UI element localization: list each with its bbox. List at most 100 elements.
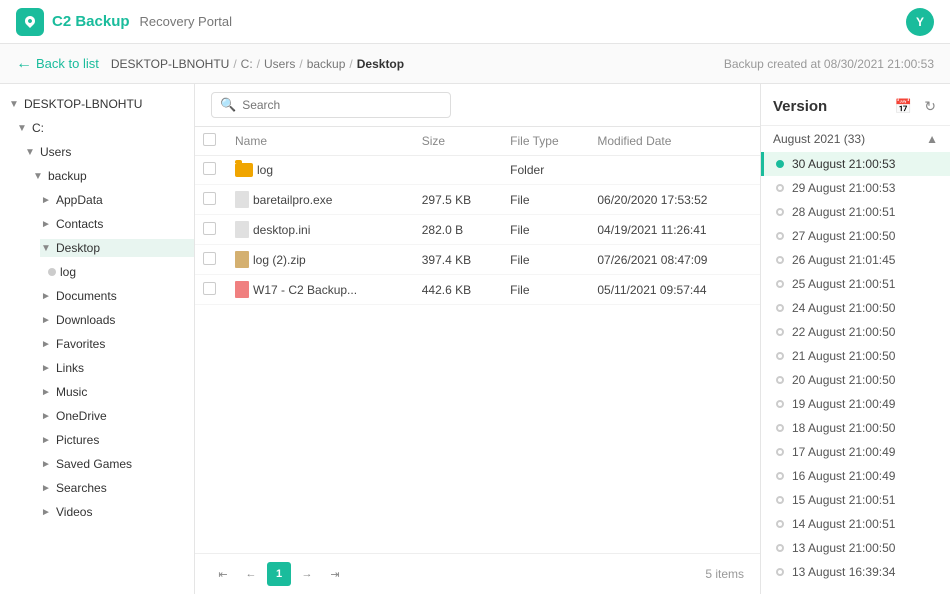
sidebar-item-onedrive[interactable]: ► OneDrive (0, 404, 194, 428)
version-dot (776, 544, 784, 552)
version-label: 29 August 21:00:53 (792, 181, 895, 195)
select-all-checkbox[interactable] (203, 133, 216, 146)
next-page-button[interactable]: → (295, 562, 319, 586)
header-logo-group: C2 Backup Recovery Portal (16, 8, 232, 36)
sidebar-item-appdata[interactable]: ► AppData (0, 188, 194, 212)
table-row[interactable]: log (2).zip 397.4 KB File 07/26/2021 08:… (195, 245, 760, 275)
users-label: Users (40, 145, 71, 159)
version-item[interactable]: 25 August 21:00:51 (761, 272, 950, 296)
version-item[interactable]: 13 August 21:00:50 (761, 536, 950, 560)
sidebar-item-desktop[interactable]: ▼ Desktop (0, 236, 194, 260)
sidebar: ▼ DESKTOP-LBNOHTU ▼ C: ▼ Users ▼ backup (0, 84, 195, 594)
version-month-header: August 2021 (33) ▲ (761, 126, 950, 152)
first-page-button[interactable]: ⇤ (211, 562, 235, 586)
version-item[interactable]: 16 August 21:00:49 (761, 464, 950, 488)
version-item[interactable]: 24 August 21:00:50 (761, 296, 950, 320)
version-item[interactable]: 15 August 21:00:51 (761, 488, 950, 512)
sidebar-item-searches[interactable]: ► Searches (0, 476, 194, 500)
version-item[interactable]: 17 August 21:00:49 (761, 440, 950, 464)
version-label: 18 August 21:00:50 (792, 421, 895, 435)
row-size: 297.5 KB (414, 185, 502, 215)
version-calendar-button[interactable]: 📅 (893, 96, 914, 117)
version-item[interactable]: 27 August 21:00:50 (761, 224, 950, 248)
row-checkbox[interactable] (203, 252, 216, 265)
row-checkbox[interactable] (203, 282, 216, 295)
sidebar-item-log[interactable]: log (0, 260, 194, 284)
version-item[interactable]: 29 August 21:00:53 (761, 176, 950, 200)
sidebar-item-favorites[interactable]: ► Favorites (0, 332, 194, 356)
arrow-icon: ► (40, 362, 52, 374)
prev-page-button[interactable]: ← (239, 562, 263, 586)
expand-icon: ▼ (16, 122, 28, 134)
version-item[interactable]: 13 August 16:39:34 (761, 560, 950, 584)
last-page-button[interactable]: ⇥ (323, 562, 347, 586)
back-label: Back to list (36, 56, 99, 71)
version-item[interactable]: 30 August 21:00:53 (761, 152, 950, 176)
sidebar-item-desktop-root[interactable]: ▼ DESKTOP-LBNOHTU (0, 92, 194, 116)
sidebar-item-saved-games[interactable]: ► Saved Games (0, 452, 194, 476)
expand-icon: ▼ (24, 146, 36, 158)
version-item[interactable]: 21 August 21:00:50 (761, 344, 950, 368)
arrow-icon: ► (40, 458, 52, 470)
version-label: 22 August 21:00:50 (792, 325, 895, 339)
version-collapse-button[interactable]: ▲ (926, 132, 938, 146)
version-item[interactable]: 22 August 21:00:50 (761, 320, 950, 344)
version-label: 24 August 21:00:50 (792, 301, 895, 315)
version-dot (776, 328, 784, 336)
version-dot (776, 448, 784, 456)
sidebar-item-music[interactable]: ► Music (0, 380, 194, 404)
version-item[interactable]: 28 August 21:00:51 (761, 200, 950, 224)
sidebar-item-users[interactable]: ▼ Users (0, 140, 194, 164)
back-to-list-button[interactable]: ← Back to list (16, 55, 99, 73)
version-item[interactable]: 18 August 21:00:50 (761, 416, 950, 440)
sidebar-item-documents[interactable]: ► Documents (0, 284, 194, 308)
arrow-icon: ► (40, 290, 52, 302)
sidebar-item-videos[interactable]: ► Videos (0, 500, 194, 524)
table-row[interactable]: baretailpro.exe 297.5 KB File 06/20/2020… (195, 185, 760, 215)
row-checkbox[interactable] (203, 192, 216, 205)
sidebar-item-contacts[interactable]: ► Contacts (0, 212, 194, 236)
version-item[interactable]: 19 August 21:00:49 (761, 392, 950, 416)
table-row[interactable]: W17 - C2 Backup... 442.6 KB File 05/11/2… (195, 275, 760, 305)
sidebar-label-root[interactable]: ▼ DESKTOP-LBNOHTU (8, 95, 194, 113)
table-row[interactable]: log Folder (195, 156, 760, 185)
version-item[interactable]: 14 August 21:00:51 (761, 512, 950, 536)
sidebar-item-pictures[interactable]: ► Pictures (0, 428, 194, 452)
expand-icon: ▼ (40, 242, 52, 254)
version-label: 16 August 21:00:49 (792, 469, 895, 483)
pagination-controls: ⇤ ← 1 → ⇥ (211, 562, 347, 586)
version-label: 20 August 21:00:50 (792, 373, 895, 387)
sidebar-item-downloads[interactable]: ► Downloads (0, 308, 194, 332)
user-avatar[interactable]: Y (906, 8, 934, 36)
page-1-button[interactable]: 1 (267, 562, 291, 586)
search-input[interactable] (242, 98, 442, 112)
version-dot (776, 568, 784, 576)
version-dot (776, 280, 784, 288)
table-row[interactable]: desktop.ini 282.0 B File 04/19/2021 11:2… (195, 215, 760, 245)
version-refresh-button[interactable]: ↻ (922, 96, 938, 117)
row-checkbox-cell (195, 156, 227, 185)
col-checkbox (195, 127, 227, 156)
version-item[interactable]: 20 August 21:00:50 (761, 368, 950, 392)
search-input-wrap[interactable]: 🔍 (211, 92, 451, 118)
row-checkbox[interactable] (203, 162, 216, 175)
version-dot (776, 256, 784, 264)
pdf-icon (235, 281, 249, 298)
sidebar-item-backup[interactable]: ▼ backup (0, 164, 194, 188)
sidebar-item-links[interactable]: ► Links (0, 356, 194, 380)
row-type: Folder (502, 156, 589, 185)
row-checkbox[interactable] (203, 222, 216, 235)
search-icon: 🔍 (220, 97, 236, 113)
version-dot (776, 400, 784, 408)
log-label: log (60, 265, 76, 279)
version-dot (776, 496, 784, 504)
version-list: 30 August 21:00:53 29 August 21:00:53 28… (761, 152, 950, 594)
sidebar-item-c[interactable]: ▼ C: (0, 116, 194, 140)
version-dot (776, 352, 784, 360)
arrow-icon: ► (40, 314, 52, 326)
version-item[interactable]: 26 August 21:01:45 (761, 248, 950, 272)
version-label: 13 August 16:39:34 (792, 565, 895, 579)
row-size: 282.0 B (414, 215, 502, 245)
row-type: File (502, 215, 589, 245)
c-label: C: (32, 121, 44, 135)
